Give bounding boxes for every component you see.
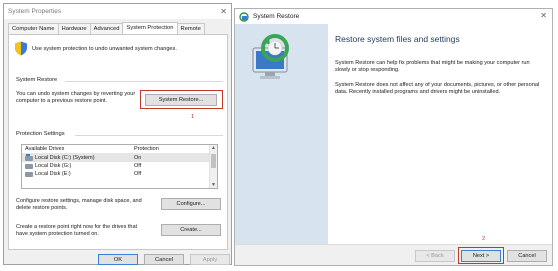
configure-button[interactable]: Configure...	[161, 198, 221, 210]
system-restore-description: You can undo system changes by reverting…	[16, 91, 136, 104]
cancel-button[interactable]: Cancel	[144, 254, 184, 265]
step-number-1: 1	[191, 114, 195, 120]
tab-bar: Computer Name Hardware Advanced System P…	[8, 22, 205, 34]
disk-icon	[25, 163, 33, 169]
create-button[interactable]: Create...	[161, 224, 221, 236]
create-description: Create a restore point right now for the…	[16, 224, 138, 237]
tab-hardware[interactable]: Hardware	[57, 23, 91, 34]
system-properties-titlebar: System Properties ✕	[4, 4, 231, 19]
drive-protection: On	[134, 155, 142, 161]
page-title: Restore system files and settings	[335, 34, 460, 44]
drives-list: Available Drives Protection Local Disk (…	[21, 144, 218, 189]
scroll-down-icon[interactable]: ▼	[211, 182, 216, 188]
tab-remote[interactable]: Remote	[176, 23, 205, 34]
cancel-button[interactable]: Cancel	[507, 250, 547, 262]
restore-monitor-icon	[252, 34, 289, 79]
system-disk-icon	[25, 153, 33, 161]
wizard-button-bar: < Back Next > Cancel	[235, 244, 552, 265]
tab-computer-name[interactable]: Computer Name	[8, 23, 59, 34]
highlight-box-step-2	[458, 247, 504, 264]
drive-row-c[interactable]: Local Disk (C:) (System) On	[22, 153, 217, 162]
drives-list-header: Available Drives Protection	[22, 145, 217, 154]
wizard-side-panel	[235, 24, 328, 244]
apply-button[interactable]: Apply	[190, 254, 230, 265]
system-restore-icon	[239, 11, 249, 22]
configure-description: Configure restore settings, manage disk …	[16, 198, 142, 211]
system-restore-group-title: System Restore	[16, 77, 58, 83]
description-paragraph-2: System Restore does not affect any of yo…	[335, 82, 540, 95]
divider	[65, 81, 223, 82]
highlight-box-step-1	[140, 90, 223, 109]
system-protection-panel: Use system protection to undo unwanted s…	[8, 34, 228, 250]
column-header-drives[interactable]: Available Drives	[22, 146, 134, 152]
system-properties-window: System Properties ✕ Computer Name Hardwa…	[3, 3, 232, 265]
intro-row: Use system protection to undo unwanted s…	[14, 41, 177, 56]
divider	[75, 135, 223, 136]
step-number-2: 2	[482, 236, 486, 242]
drives-scrollbar[interactable]: ▲ ▼	[209, 145, 217, 188]
drive-name-cell: Local Disk (E:)	[22, 171, 134, 177]
tab-system-protection[interactable]: System Protection	[122, 22, 178, 34]
drive-name: Local Disk (E:)	[35, 171, 71, 177]
wizard-content: Restore system files and settings System…	[328, 24, 552, 244]
column-header-protection[interactable]: Protection	[134, 146, 194, 152]
drive-protection: Off	[134, 171, 142, 177]
drive-name: Local Disk (C:) (System)	[35, 155, 95, 161]
window-title: System Properties	[8, 8, 62, 15]
shield-icon	[15, 41, 27, 56]
system-restore-window: System Restore ✕ Restore system files an…	[234, 8, 553, 266]
protection-settings-group-title: Protection Settings	[16, 131, 65, 137]
back-button[interactable]: < Back	[415, 250, 455, 262]
drive-name-cell: Local Disk (G:)	[22, 163, 134, 169]
system-restore-titlebar: System Restore	[235, 9, 552, 24]
description-paragraph-1: System Restore can help fix problems tha…	[335, 60, 530, 73]
drive-name: Local Disk (G:)	[35, 163, 72, 169]
close-icon[interactable]: ✕	[220, 7, 227, 16]
tab-advanced[interactable]: Advanced	[89, 23, 124, 34]
close-icon[interactable]: ✕	[540, 11, 547, 20]
drive-name-cell: Local Disk (C:) (System)	[22, 153, 134, 161]
disk-icon	[25, 171, 33, 177]
window-title: System Restore	[253, 13, 300, 20]
drive-row-g[interactable]: Local Disk (G:) Off	[22, 162, 217, 170]
scrollbar-thumb[interactable]	[211, 154, 216, 168]
ok-button[interactable]: OK	[98, 254, 138, 265]
intro-text: Use system protection to undo unwanted s…	[32, 45, 177, 52]
scroll-up-icon[interactable]: ▲	[211, 145, 216, 151]
drive-protection: Off	[134, 163, 142, 169]
drive-row-e[interactable]: Local Disk (E:) Off	[22, 170, 217, 178]
